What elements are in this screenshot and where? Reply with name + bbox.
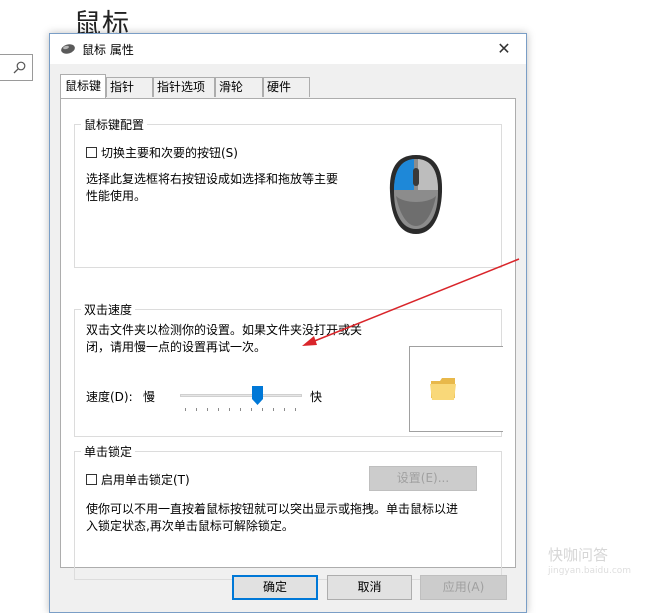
fast-label: 快: [310, 390, 323, 404]
slider-tick: [218, 408, 219, 411]
search-box[interactable]: [0, 54, 33, 81]
mouse-properties-dialog: 鼠标 属性 ✕ 鼠标键 指针 指针选项 滑轮 硬件 鼠标键配置 切换主要和次要的…: [49, 33, 527, 613]
slow-label: 慢: [143, 390, 156, 404]
close-button[interactable]: ✕: [482, 34, 526, 64]
slider-tick: [284, 408, 285, 411]
tab-buttons[interactable]: 鼠标键: [60, 74, 106, 98]
slider-tick: [196, 408, 197, 411]
tab-wheel[interactable]: 滑轮: [215, 77, 263, 97]
tab-label: 指针: [110, 80, 135, 94]
dialog-title: 鼠标 属性: [82, 43, 134, 57]
slider-tick: [240, 408, 241, 411]
watermark-logo: 快咖问答: [548, 546, 609, 564]
double-click-description: 双击文件夹以检测你的设置。如果文件夹没打开或关 闭，请用慢一点的设置再试一次。: [86, 322, 362, 356]
button-config-description: 选择此复选框将右按钮设成如选择和拖放等主要 性能使用。: [86, 171, 338, 205]
slider-tick: [295, 408, 296, 411]
tab-label: 滑轮: [219, 80, 244, 94]
apply-button[interactable]: 应用(A): [420, 575, 507, 600]
slider-tick: [251, 408, 252, 411]
slider-tick: [262, 408, 263, 411]
checkbox-label: 切换主要和次要的按钮(S): [101, 145, 238, 160]
cancel-button[interactable]: 取消: [327, 575, 412, 600]
group-title: 鼠标键配置: [81, 116, 148, 133]
description-line: 入锁定状态,再次单击鼠标可解除锁定。: [86, 519, 294, 533]
watermark-url: jingyan.baidu.com: [548, 566, 632, 576]
button-config-group: 鼠标键配置 切换主要和次要的按钮(S) 选择此复选框将右按钮设成如选择和拖放等主…: [74, 116, 502, 268]
button-label: 设置(E)...: [396, 471, 450, 485]
checkbox-label: 启用单击锁定(T): [101, 472, 190, 487]
click-lock-group: 单击锁定 启用单击锁定(T) 设置(E)... 使你可以不用一直按着鼠标按钮就可…: [74, 443, 502, 580]
group-title: 双击速度: [81, 301, 136, 318]
folder-icon[interactable]: [428, 373, 458, 403]
description-line: 双击文件夹以检测你的设置。如果文件夹没打开或关: [86, 323, 363, 337]
test-folder-area[interactable]: [409, 346, 503, 432]
slider-tick: [185, 408, 186, 411]
slider-thumb[interactable]: [252, 386, 263, 405]
mouse-icon: [61, 44, 75, 54]
description-line: 使你可以不用一直按着鼠标按钮就可以突出显示或拖拽。单击鼠标以进: [86, 502, 459, 516]
description-line: 闭，请用慢一点的设置再试一次。: [86, 340, 267, 354]
slider-tick: [229, 408, 230, 411]
description-line: 性能使用。: [86, 189, 147, 203]
tab-pointer-options[interactable]: 指针选项: [153, 77, 215, 97]
button-label: 确定: [262, 580, 287, 594]
button-label: 取消: [357, 580, 382, 594]
group-title: 单击锁定: [81, 443, 136, 460]
search-icon: [13, 61, 26, 74]
slider-tick: [273, 408, 274, 411]
title-bar: 鼠标 属性 ✕: [50, 34, 526, 64]
click-lock-settings-button[interactable]: 设置(E)...: [369, 466, 477, 491]
double-click-speed-group: 双击速度 双击文件夹以检测你的设置。如果文件夹没打开或关 闭，请用慢一点的设置再…: [74, 301, 503, 437]
switch-buttons-checkbox-row[interactable]: 切换主要和次要的按钮(S): [86, 144, 238, 160]
mouse-picture-icon: [389, 155, 443, 234]
click-lock-description: 使你可以不用一直按着鼠标按钮就可以突出显示或拖拽。单击鼠标以进 入锁定状态,再次…: [86, 501, 458, 535]
switch-buttons-checkbox[interactable]: [86, 146, 97, 158]
description-line: 选择此复选框将右按钮设成如选择和拖放等主要: [86, 172, 339, 186]
slider-tick: [207, 408, 208, 411]
double-click-speed-slider[interactable]: [180, 386, 302, 414]
button-label: 应用(A): [442, 580, 485, 594]
slider-track: [180, 394, 302, 397]
tab-label: 硬件: [267, 80, 292, 94]
tab-label: 指针选项: [157, 80, 206, 94]
tab-panel: 鼠标键配置 切换主要和次要的按钮(S) 选择此复选框将右按钮设成如选择和拖放等主…: [60, 98, 516, 580]
click-lock-checkbox[interactable]: [86, 473, 97, 485]
ok-button[interactable]: 确定: [232, 575, 318, 600]
tab-hardware[interactable]: 硬件: [263, 77, 310, 97]
tab-label: 鼠标键: [65, 79, 102, 93]
close-icon: ✕: [497, 39, 511, 58]
click-lock-checkbox-row[interactable]: 启用单击锁定(T): [86, 471, 190, 487]
tab-pointers[interactable]: 指针: [106, 77, 153, 97]
speed-label: 速度(D):: [86, 390, 133, 404]
